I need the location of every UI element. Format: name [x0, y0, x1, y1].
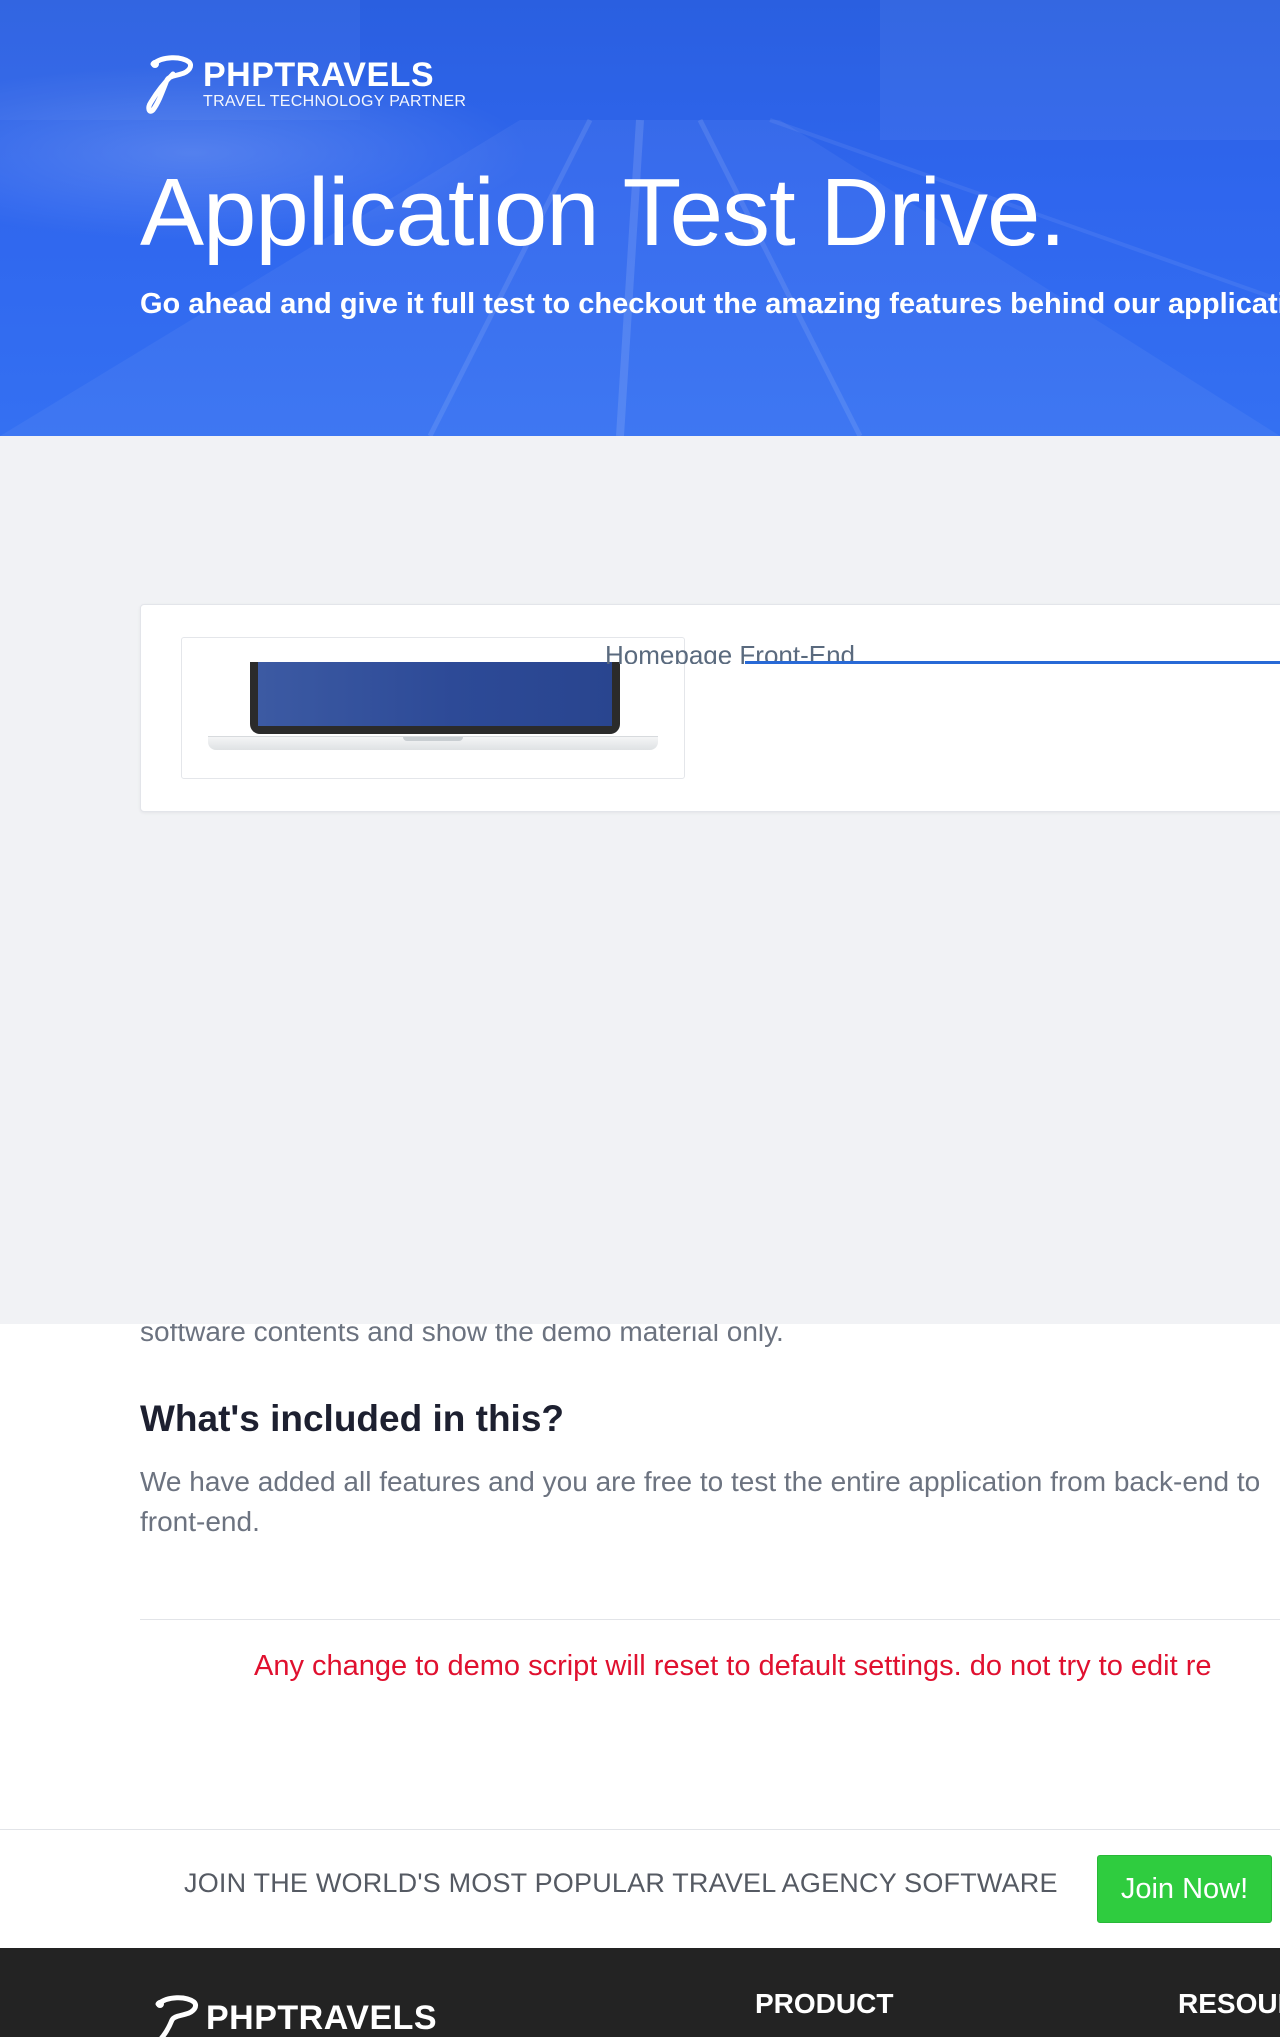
- brand-tagline: TRAVEL TECHNOLOGY PARTNER: [203, 93, 467, 110]
- hero-banner: PHPTRAVELS TRAVEL TECHNOLOGY PARTNER App…: [0, 0, 1280, 436]
- page-title: Application Test Drive.: [140, 159, 1066, 266]
- footer-column-product: PRODUCT: [755, 1988, 894, 2019]
- footer-logo[interactable]: PHPTRAVELS: [150, 1992, 437, 2037]
- laptop-screen-image: [250, 662, 620, 734]
- demo-warning-text: Any change to demo script will reset to …: [254, 1650, 1212, 1682]
- laptop-base-image: [208, 736, 658, 750]
- demo-card-homepage[interactable]: [140, 604, 1280, 812]
- page-subtitle: Go ahead and give it full test to checko…: [140, 288, 1280, 320]
- brand-name: PHPTRAVELS: [203, 56, 435, 94]
- included-text: We have added all features and you are f…: [140, 1466, 1261, 1537]
- join-divider: [0, 1829, 1280, 1830]
- demo-section: [0, 436, 1280, 1324]
- demo-info-paragraph: software contents and show the demo mate…: [140, 1324, 784, 1350]
- phptravels-logo-icon: [146, 55, 194, 114]
- site-footer: PHPTRAVELS PRODUCT RESOUR: [0, 1948, 1280, 2037]
- link-underline-bar: [745, 661, 1280, 664]
- section-divider: [140, 1619, 1280, 1620]
- included-heading: What's included in this?: [140, 1398, 565, 1439]
- footer-column-resources: RESOUR: [1178, 1988, 1280, 2019]
- phptravels-logo-icon: [155, 1995, 199, 2037]
- demo-info-text: software contents and show the demo mate…: [140, 1324, 784, 1347]
- footer-brand-name: PHPTRAVELS: [206, 1998, 438, 2037]
- join-now-button[interactable]: Join Now!: [1097, 1855, 1272, 1923]
- join-cta-text: JOIN THE WORLD'S MOST POPULAR TRAVEL AGE…: [184, 1868, 1058, 1898]
- brand-logo[interactable]: PHPTRAVELS TRAVEL TECHNOLOGY PARTNER: [145, 52, 466, 116]
